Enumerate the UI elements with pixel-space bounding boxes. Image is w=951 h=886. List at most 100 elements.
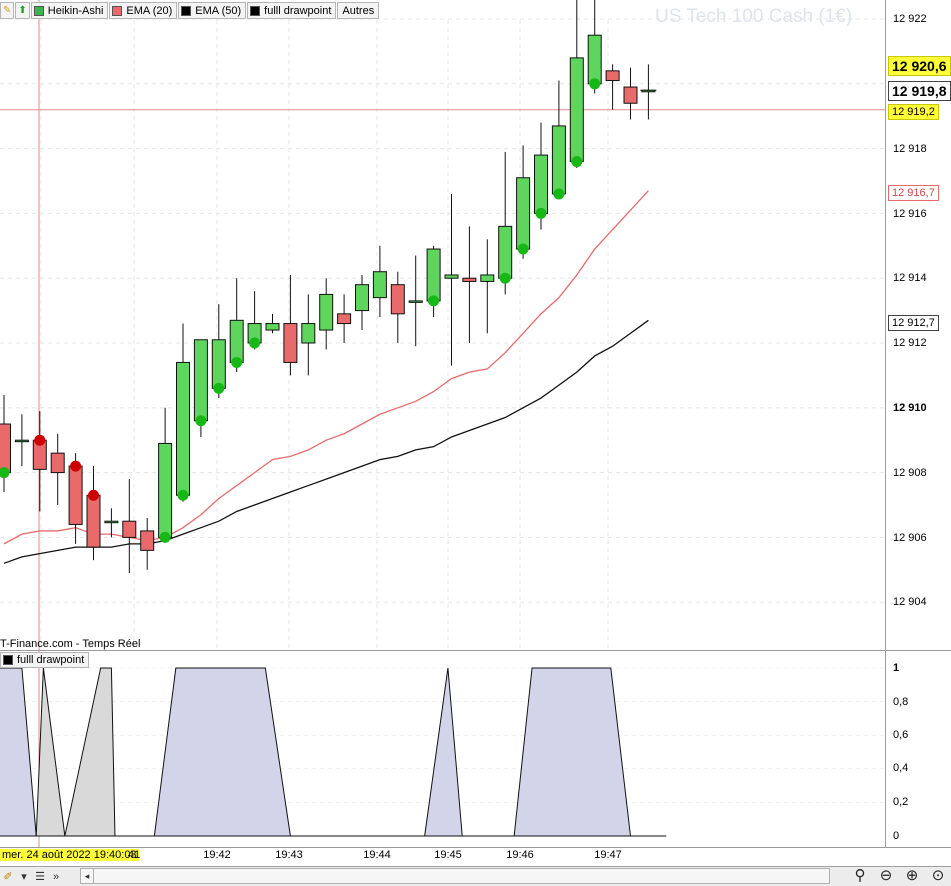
instrument-watermark: US Tech 100 Cash (1€) [655,6,853,27]
indicator-chart[interactable] [0,651,885,847]
heikin-ashi-candle [319,293,334,331]
toolbar-settings-button[interactable]: ✎ [0,2,15,19]
expand-button[interactable]: » [48,869,64,885]
heikin-ashi-candle [140,530,155,551]
chevron-down-icon: ▾ [21,871,27,883]
toolbar-drawpoint[interactable]: fulll drawpoint [247,2,337,19]
indicator-tab-label: fulll drawpoint [17,654,85,666]
price-chart[interactable] [0,0,885,650]
heikin-ashi-candle [0,423,11,474]
zoom-out-icon: ⊖ [879,867,893,884]
bull-signal-dot [159,531,171,543]
zoom-in-button[interactable]: ⊕ [903,867,921,885]
bull-signal-dot [249,337,261,349]
time-tick: 19:44 [363,849,391,861]
drawpoint-signal-area [35,667,66,837]
last-close-label: 12 919,8 [888,81,951,101]
draw-tool-dropdown[interactable]: ▾ [16,869,32,885]
indicator-tick: 1 [893,662,900,674]
heikin-ashi-candle [158,442,173,538]
bull-signal-dot [517,243,529,255]
heikin-ashi-candle [551,125,566,195]
bear-signal-dot [88,489,99,501]
zoom-fit-icon: ⚲ [854,867,866,884]
price-tick: 12 910 [893,402,927,414]
heikin-ashi-candle [193,339,208,422]
toolbar-heikin-ashi-label: Heikin-Ashi [47,4,104,17]
heikin-ashi-candle [301,323,316,344]
zoom-reset-button[interactable]: ⊙ [929,867,947,885]
indicator-tick: 0,2 [893,796,909,808]
toolbar-drawpoint-label: fulll drawpoint [264,4,332,17]
drawpoint-signal-area [513,667,632,837]
scroll-left-arrow-icon[interactable]: ◂ [81,869,94,883]
heikin-ashi-candle [50,452,65,474]
bull-signal-dot [499,272,511,284]
time-axis[interactable] [0,847,951,866]
toolbar-heikin-ashi[interactable]: Heikin-Ashi [30,2,109,19]
time-tick: 41 [127,849,141,861]
heikin-ashi-candle [480,274,495,282]
drawpoint-signal-area [424,667,463,837]
heikin-ashi-candle [229,319,244,363]
bear-signal-dot [34,434,46,446]
heikin-ashi-candle [516,177,531,250]
indicator-tick: 0 [893,830,900,842]
price-tick: 12 904 [893,596,927,608]
ema50-line [3,319,649,564]
heikin-ashi-candle [122,520,137,538]
ema20-value-label: 12 916,7 [888,185,939,201]
heikin-ashi-candle [587,34,602,85]
heikin-ashi-candle [444,274,459,279]
bull-signal-dot [571,156,583,168]
toolbar-more-button[interactable]: Autres [337,2,380,19]
time-tick: 19:47 [594,849,622,861]
bull-signal-dot [195,415,207,427]
draw-tool-icon: ✐ [3,871,13,883]
bull-signal-dot [535,207,547,219]
toolbar-ema20-label: EMA (20) [126,4,173,17]
menu-icon: ☰ [35,871,45,883]
zoom-out-button[interactable]: ⊖ [877,867,895,885]
menu-button[interactable]: ☰ [32,869,48,885]
chart-toolbar: ✎ ⬆ Heikin-Ashi EMA (20) EMA (50) fulll … [0,2,380,19]
bull-signal-dot [213,382,225,394]
heikin-ashi-candle [104,520,119,524]
heikin-ashi-candle [462,277,477,282]
heikin-ashi-candle [68,465,83,525]
zoom-in-icon: ⊕ [905,867,919,884]
indicator-tick: 0,4 [893,762,909,774]
price-tick: 12 922 [893,13,927,25]
price-tick: 12 918 [893,143,927,155]
heikin-ashi-candle [14,439,29,443]
draw-tool-button[interactable]: ✐ [0,869,16,885]
ema20-color-swatch [112,5,123,16]
heikin-ashi-candle [355,284,369,312]
indicator-tick: 0,8 [893,696,909,708]
data-source-label: T-Finance.com - Temps Réel [0,638,141,650]
indicator-axis[interactable] [885,651,951,847]
zoom-reset-icon: ⊙ [931,867,945,884]
zoom-fit-button[interactable]: ⚲ [851,867,869,885]
price-tick: 12 906 [893,532,927,544]
pencil-icon: ✎ [3,5,12,16]
crosshair-time-label: mer. 24 août 2022 19:40:03 [0,849,139,861]
toolbar-ema20[interactable]: EMA (20) [109,2,178,19]
heikin-ashi-candle [372,271,387,299]
toolbar-ema50[interactable]: EMA (50) [178,2,247,19]
price-tick: 12 908 [893,467,927,479]
toolbar-ema50-label: EMA (50) [195,4,242,17]
indicator-tab[interactable]: fulll drawpoint [0,652,90,668]
bull-signal-dot [589,78,601,90]
add-indicator-icon: ⬆ [18,5,27,16]
heikin-ashi-candle [283,323,298,363]
drawpoint-signal-area [0,667,37,837]
price-tick: 12 912 [893,337,927,349]
heikin-ashi-candle [390,284,405,315]
heikin-ashi-candle [569,57,584,163]
heikin-ashi-candle [337,313,352,325]
toolbar-add-indicator-button[interactable]: ⬆ [15,2,30,19]
heikin-ashi-candle [265,323,280,331]
drawpoint-color-swatch [250,5,261,16]
horizontal-scrollbar[interactable]: ◂ [80,868,830,884]
